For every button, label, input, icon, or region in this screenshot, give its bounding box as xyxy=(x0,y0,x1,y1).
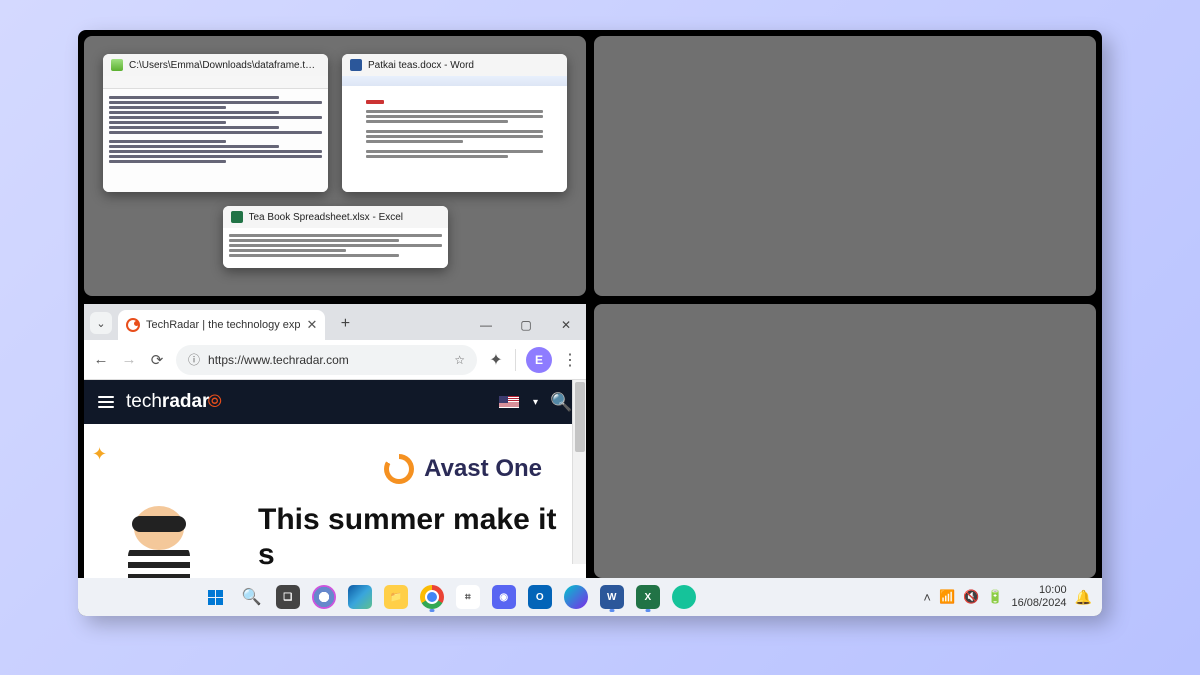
chrome-icon xyxy=(420,585,444,609)
snap-candidate-notepad[interactable]: C:\Users\Emma\Downloads\dataframe.txt... xyxy=(103,54,328,192)
snap-candidate-word[interactable]: Patkai teas.docx - Word xyxy=(342,54,567,192)
thumb-title: C:\Users\Emma\Downloads\dataframe.txt... xyxy=(129,60,320,71)
chrome-button[interactable] xyxy=(416,581,448,613)
edge-icon xyxy=(348,585,372,609)
snap-zone-bottom-right[interactable] xyxy=(594,304,1096,578)
close-tab-icon[interactable]: ✕ xyxy=(307,317,318,333)
profile-avatar[interactable]: E xyxy=(526,347,552,373)
taskbar-clock[interactable]: 10:00 16/08/2024 xyxy=(1012,584,1067,609)
taskbar-center: 🔍 ❏ 📁 ⌗ ◉ O W X xyxy=(200,581,700,613)
copilot-button[interactable] xyxy=(308,581,340,613)
excel-icon xyxy=(231,211,243,223)
thumb-preview xyxy=(103,76,328,192)
avast-logo-icon xyxy=(384,454,414,484)
menu-icon[interactable]: ⋮ xyxy=(562,350,578,370)
grammarly-button[interactable] xyxy=(668,581,700,613)
region-flag-icon[interactable] xyxy=(499,396,519,408)
thumb-title: Tea Book Spreadsheet.xlsx - Excel xyxy=(249,212,440,223)
thumb-title: Patkai teas.docx - Word xyxy=(368,60,559,71)
clock-date: 16/08/2024 xyxy=(1012,597,1067,610)
tray-expand-icon[interactable]: ˄ xyxy=(923,590,931,605)
back-button[interactable]: ← xyxy=(92,351,110,368)
tab-search-button[interactable]: ⌄ xyxy=(90,312,112,334)
notepad-icon xyxy=(111,59,123,71)
taskbar: 🔍 ❏ 📁 ⌗ ◉ O W X ˄ 📶 🔇 🔋 10:00 16/08/2024… xyxy=(78,578,1102,616)
thumb-preview xyxy=(223,228,448,268)
rss-icon: ⦾ xyxy=(207,391,221,411)
discord-button[interactable]: ◉ xyxy=(488,581,520,613)
site-search-icon[interactable]: 🔍 xyxy=(550,392,572,413)
folder-icon: 📁 xyxy=(384,585,408,609)
task-view-button[interactable]: ❏ xyxy=(272,581,304,613)
copilot-icon xyxy=(312,585,336,609)
hamburger-menu-icon[interactable] xyxy=(98,396,114,408)
site-info-icon[interactable]: ⓘ xyxy=(188,351,200,368)
snap-zone-bottom-left: ⌄ TechRadar | the technology exp ✕ + — ▢… xyxy=(84,304,586,578)
word-icon xyxy=(350,59,362,71)
snap-layout-grid: C:\Users\Emma\Downloads\dataframe.txt... xyxy=(78,30,1102,578)
windows-logo-icon xyxy=(208,590,223,605)
ad-brand: Avast One xyxy=(424,455,542,483)
forward-button[interactable]: → xyxy=(120,351,138,368)
grammarly-icon xyxy=(672,585,696,609)
thumb-preview xyxy=(342,76,567,192)
url-text: https://www.techradar.com xyxy=(208,353,446,367)
notifications-icon[interactable]: 🔔 xyxy=(1075,589,1092,606)
excel-icon: X xyxy=(636,585,660,609)
vertical-scrollbar[interactable] xyxy=(572,380,586,564)
taskbar-search-button[interactable]: 🔍 xyxy=(236,581,268,613)
file-explorer-button[interactable]: 📁 xyxy=(380,581,412,613)
edge-button[interactable] xyxy=(344,581,376,613)
browser-tab-active[interactable]: TechRadar | the technology exp ✕ xyxy=(118,310,325,340)
thumb-titlebar: C:\Users\Emma\Downloads\dataframe.txt... xyxy=(103,54,328,76)
wifi-icon[interactable]: 📶 xyxy=(939,589,955,605)
clock-time: 10:00 xyxy=(1012,584,1067,597)
site-header: techradar⦾ ▾ 🔍 xyxy=(84,380,586,424)
slack-button[interactable]: ⌗ xyxy=(452,581,484,613)
sparkle-icon: ✦ xyxy=(92,444,107,465)
snap-zone-top-right[interactable] xyxy=(594,36,1096,296)
address-bar[interactable]: ⓘ https://www.techradar.com ☆ xyxy=(176,345,477,375)
site-favicon xyxy=(126,318,140,332)
browser-toolbar: ← → ⟳ ⓘ https://www.techradar.com ☆ ✦ E … xyxy=(84,340,586,380)
thumb-titlebar: Tea Book Spreadsheet.xlsx - Excel xyxy=(223,206,448,228)
word-icon: W xyxy=(600,585,624,609)
hero-ad: ✦ Avast One This summer make it s and cy… xyxy=(84,424,586,578)
battery-icon[interactable]: 🔋 xyxy=(987,589,1003,605)
bookmark-icon[interactable]: ☆ xyxy=(454,353,465,367)
close-button[interactable]: ✕ xyxy=(546,310,586,340)
burglar-illustration xyxy=(94,498,224,578)
snap-candidate-excel[interactable]: Tea Book Spreadsheet.xlsx - Excel xyxy=(223,206,448,268)
maximize-button[interactable]: ▢ xyxy=(506,310,546,340)
browser-tabstrip: ⌄ TechRadar | the technology exp ✕ + — ▢… xyxy=(84,304,586,340)
start-button[interactable] xyxy=(200,581,232,613)
desktop: C:\Users\Emma\Downloads\dataframe.txt... xyxy=(78,30,1102,616)
window-controls: — ▢ ✕ xyxy=(466,310,586,340)
tab-title: TechRadar | the technology exp xyxy=(146,319,301,331)
outlook-button[interactable]: O xyxy=(524,581,556,613)
thumb-titlebar: Patkai teas.docx - Word xyxy=(342,54,567,76)
system-tray: ˄ 📶 🔇 🔋 10:00 16/08/2024 🔔 xyxy=(923,584,1092,609)
task-view-icon: ❏ xyxy=(276,585,300,609)
slack-icon: ⌗ xyxy=(456,585,480,609)
volume-icon[interactable]: 🔇 xyxy=(963,589,979,605)
canva-button[interactable] xyxy=(560,581,592,613)
extensions-icon[interactable]: ✦ xyxy=(487,351,505,369)
canva-icon xyxy=(564,585,588,609)
snap-zone-top-left: C:\Users\Emma\Downloads\dataframe.txt... xyxy=(84,36,586,296)
new-tab-button[interactable]: + xyxy=(333,312,357,336)
site-logo[interactable]: techradar⦾ xyxy=(126,391,222,413)
reload-button[interactable]: ⟳ xyxy=(148,351,166,369)
separator xyxy=(515,349,516,371)
region-caret-icon[interactable]: ▾ xyxy=(533,397,538,408)
minimize-button[interactable]: — xyxy=(466,310,506,340)
word-button[interactable]: W xyxy=(596,581,628,613)
outlook-icon: O xyxy=(528,585,552,609)
discord-icon: ◉ xyxy=(492,585,516,609)
excel-button[interactable]: X xyxy=(632,581,664,613)
